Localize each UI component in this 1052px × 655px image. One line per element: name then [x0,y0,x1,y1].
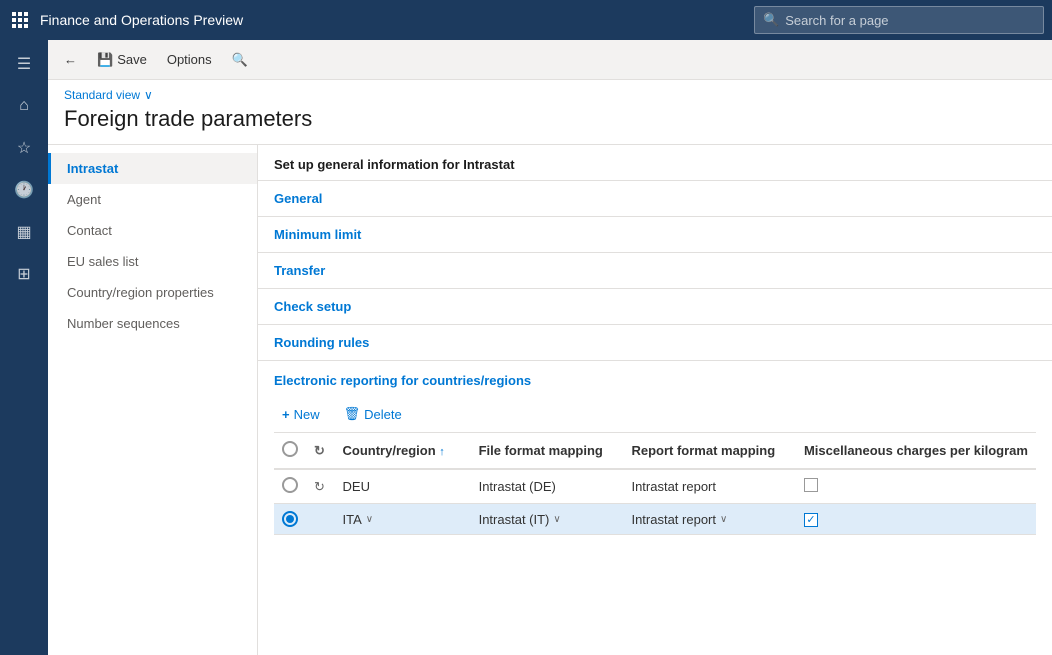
report-format-dropdown-icon[interactable]: ∨ [720,514,727,525]
section-minimum-limit-title: Minimum limit [274,227,361,242]
icon-rail: ☰ ⌂ ☆ 🕐 ▦ ⊞ [0,40,48,655]
country-value: ITA [343,512,362,527]
nav-item-contact[interactable]: Contact [48,215,257,246]
col-header-misc-charges[interactable]: Miscellaneous charges per kilogram [796,433,1036,469]
page-header: Standard view ∨ Foreign trade parameters [48,80,1052,145]
section-check-setup-row[interactable]: Check setup [258,289,1052,324]
section-minimum-limit: Minimum limit [258,217,1052,253]
row-country-cell[interactable]: ITA ∨ [335,504,454,535]
page-search-input[interactable] [785,13,1035,28]
table-row[interactable]: ITA ∨ Intrastat (IT) ∨ [274,504,1036,535]
nav-item-agent[interactable]: Agent [48,184,257,215]
row-misc-cell[interactable] [796,469,1036,504]
row-refresh-icon[interactable]: ↻ [314,479,325,494]
panel-subtitle: Set up general information for Intrastat [258,145,1052,181]
row-report-format-cell: Intrastat report [623,469,796,504]
row-spacer-cell [453,504,470,535]
delete-button[interactable]: 🗑 Delete [336,402,410,426]
sort-up-icon: ↑ [439,446,445,458]
section-minimum-limit-row[interactable]: Minimum limit [258,217,1052,252]
table-toolbar: + New 🗑 Delete [274,396,1036,433]
app-layout: ☰ ⌂ ☆ 🕐 ▦ ⊞ ← 💾 Save Options 🔍 [0,40,1052,655]
hamburger-icon[interactable]: ☰ [4,44,44,84]
row-misc-cell[interactable]: ✓ [796,504,1036,535]
section-transfer-row[interactable]: Transfer [258,253,1052,288]
grid-icon[interactable] [8,8,32,32]
options-button[interactable]: Options [159,48,220,71]
section-general: General [258,181,1052,217]
table-row[interactable]: ↻ DEU Intrastat (DE) Intrastat report [274,469,1036,504]
col-header-refresh: ↻ [306,433,335,469]
section-transfer-title: Transfer [274,263,325,278]
home-icon[interactable]: ⌂ [4,86,44,126]
section-check-setup: Check setup [258,289,1052,325]
top-bar: Finance and Operations Preview 🔍 [0,0,1052,40]
nav-item-country-region[interactable]: Country/region properties [48,277,257,308]
misc-checkbox[interactable] [804,478,818,492]
table-section-title: Electronic reporting for countries/regio… [274,361,1036,396]
row-radio[interactable] [282,477,298,493]
favorites-icon[interactable]: ☆ [4,128,44,168]
misc-checkbox-checked[interactable]: ✓ [804,513,818,527]
row-report-format-cell[interactable]: Intrastat report ∨ [623,504,796,535]
save-button[interactable]: 💾 Save [89,48,155,72]
content-area: ← 💾 Save Options 🔍 Standard view ∨ Forei… [48,40,1052,655]
row-file-format-cell: Intrastat (DE) [471,469,624,504]
nav-item-eu-sales-list[interactable]: EU sales list [48,246,257,277]
add-icon: + [282,407,290,422]
row-refresh-cell [306,504,335,535]
chevron-down-icon: ∨ [144,88,153,102]
modules-icon[interactable]: ⊞ [4,254,44,294]
search-toolbar-icon: 🔍 [232,52,248,68]
table-section: Electronic reporting for countries/regio… [258,361,1052,551]
page-search-box[interactable]: 🔍 [754,6,1044,34]
row-country-cell: DEU [335,469,454,504]
back-button[interactable]: ← [56,48,85,71]
row-file-format-cell[interactable]: Intrastat (IT) ∨ [471,504,624,535]
save-icon: 💾 [97,52,113,68]
select-all-radio[interactable] [282,441,298,457]
section-general-title: General [274,191,322,206]
row-radio-selected[interactable] [282,511,298,527]
trash-icon: 🗑 [344,406,361,422]
col-header-report-format[interactable]: Report format mapping [623,433,796,469]
section-transfer: Transfer [258,253,1052,289]
row-refresh-cell[interactable]: ↻ [306,469,335,504]
data-table: ↻ Country/region ↑ File format mapping R… [274,433,1036,535]
right-panel: Set up general information for Intrastat… [258,145,1052,655]
col-header-file-format[interactable]: File format mapping [471,433,624,469]
back-icon: ← [64,52,77,67]
view-selector[interactable]: Standard view ∨ [64,88,1036,102]
section-rounding-rules-row[interactable]: Rounding rules [258,325,1052,360]
row-select-cell[interactable] [274,469,306,504]
col-header-spacer [453,433,470,469]
search-icon: 🔍 [763,12,779,28]
toolbar: ← 💾 Save Options 🔍 [48,40,1052,80]
section-general-row[interactable]: General [258,181,1052,216]
report-format-value: Intrastat report [631,512,716,527]
nav-item-intrastat[interactable]: Intrastat [48,153,257,184]
section-check-setup-title: Check setup [274,299,351,314]
section-rounding-rules: Rounding rules [258,325,1052,361]
row-select-cell[interactable] [274,504,306,535]
section-rounding-rules-title: Rounding rules [274,335,369,350]
col-header-select [274,433,306,469]
page-title: Foreign trade parameters [64,106,1036,140]
file-format-dropdown-icon[interactable]: ∨ [553,514,560,525]
view-selector-label: Standard view [64,88,140,102]
country-dropdown-icon[interactable]: ∨ [366,514,373,525]
recent-icon[interactable]: 🕐 [4,170,44,210]
search-toolbar-button[interactable]: 🔍 [224,48,256,72]
workspaces-icon[interactable]: ▦ [4,212,44,252]
file-format-value: Intrastat (IT) [479,512,550,527]
main-body: Intrastat Agent Contact EU sales list Co… [48,145,1052,655]
refresh-icon[interactable]: ↻ [314,443,325,458]
new-button[interactable]: + New [274,403,328,426]
app-title: Finance and Operations Preview [40,12,754,28]
col-header-country[interactable]: Country/region ↑ [335,433,454,469]
row-spacer-cell [453,469,470,504]
nav-item-number-sequences[interactable]: Number sequences [48,308,257,339]
left-nav: Intrastat Agent Contact EU sales list Co… [48,145,258,655]
